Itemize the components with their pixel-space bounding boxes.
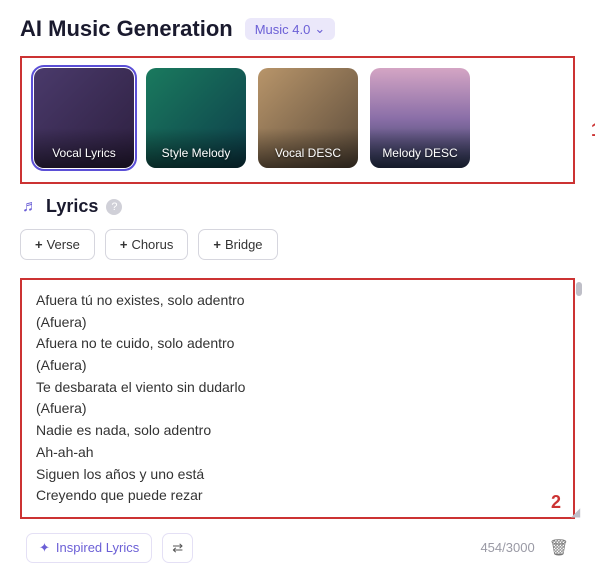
verse-label: Verse	[47, 237, 80, 252]
style-label: Style Melody	[162, 146, 231, 160]
chorus-label: Chorus	[131, 237, 173, 252]
styles-container: Vocal Lyrics Style Melody Vocal DESC Mel…	[20, 56, 575, 184]
bridge-label: Bridge	[225, 237, 263, 252]
style-label: Melody DESC	[382, 146, 457, 160]
add-chorus-button[interactable]: + Chorus	[105, 229, 189, 260]
lyrics-icon: ♬	[22, 198, 38, 216]
add-verse-button[interactable]: + Verse	[20, 229, 95, 260]
annotation-1: 1	[591, 120, 595, 141]
inspired-lyrics-button[interactable]: ✦ Inspired Lyrics	[26, 533, 152, 563]
scroll-thumb[interactable]	[576, 282, 582, 296]
plus-icon: +	[120, 237, 128, 252]
lyrics-section-title: Lyrics	[46, 196, 98, 217]
resize-handle-icon[interactable]: ◢	[571, 507, 581, 517]
version-label: Music 4.0	[255, 22, 311, 37]
style-card-style-melody[interactable]: Style Melody	[146, 68, 246, 168]
annotation-2: 2	[551, 492, 561, 513]
plus-icon: +	[35, 237, 43, 252]
sparkle-icon: ✦	[39, 540, 50, 556]
page-title: AI Music Generation	[20, 16, 233, 42]
trash-icon[interactable]: 🗑	[549, 538, 569, 558]
lyrics-content: Afuera tú no existes, solo adentro (Afue…	[36, 290, 559, 507]
shuffle-button[interactable]: ⇄	[162, 533, 193, 563]
style-card-vocal-lyrics[interactable]: Vocal Lyrics	[34, 68, 134, 168]
chevron-down-icon: ⌄	[314, 21, 325, 37]
style-card-vocal-desc[interactable]: Vocal DESC	[258, 68, 358, 168]
scrollbar[interactable]	[575, 278, 583, 519]
shuffle-icon: ⇄	[172, 540, 183, 555]
style-label: Vocal DESC	[275, 146, 341, 160]
plus-icon: +	[213, 237, 221, 252]
help-icon[interactable]: ?	[106, 199, 122, 215]
version-selector[interactable]: Music 4.0 ⌄	[245, 18, 336, 40]
add-bridge-button[interactable]: + Bridge	[198, 229, 277, 260]
style-label: Vocal Lyrics	[52, 146, 116, 160]
style-card-melody-desc[interactable]: Melody DESC	[370, 68, 470, 168]
lyrics-textarea[interactable]: Afuera tú no existes, solo adentro (Afue…	[20, 278, 575, 519]
